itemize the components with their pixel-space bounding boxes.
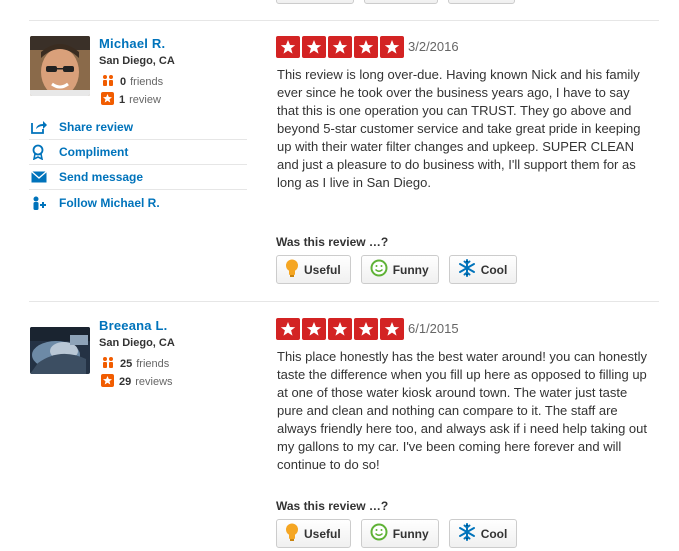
review-item: Breeana L. San Diego, CA 25 friends 29 r…	[29, 318, 659, 551]
star-icon	[380, 36, 404, 58]
previous-review-vote-buttons	[276, 0, 515, 4]
friends-label: friends	[136, 357, 170, 370]
review-count-icon	[101, 374, 114, 390]
user-friends: 25 friends	[101, 356, 169, 371]
user-friends: 0 friends	[101, 74, 163, 89]
snowflake-icon	[458, 523, 476, 544]
friends-count: 25	[120, 357, 133, 370]
useful-label: Useful	[304, 526, 341, 541]
cool-button[interactable]: Cool	[448, 255, 518, 284]
share-review-label: Share review	[59, 120, 134, 134]
compliment-link[interactable]: Compliment	[29, 140, 247, 165]
useful-button[interactable]: Useful	[276, 255, 351, 284]
share-review-link[interactable]: Share review	[29, 115, 247, 140]
review-divider	[29, 301, 659, 302]
star-icon	[276, 36, 300, 58]
lightbulb-icon	[285, 259, 299, 280]
star-icon	[328, 36, 352, 58]
cool-button[interactable]: Cool	[448, 519, 518, 548]
funny-button[interactable]: Funny	[360, 519, 439, 548]
follow-user-link[interactable]: Follow Michael R.	[29, 190, 247, 215]
user-name[interactable]: Michael R.	[99, 36, 165, 51]
user-reviews: 29 reviews	[101, 374, 173, 390]
star-icon	[328, 318, 352, 340]
review-text: This review is long over-due. Having kno…	[277, 67, 641, 190]
review-item: Michael R. San Diego, CA 0 friends 1 rev…	[29, 36, 659, 288]
reviews-label: review	[129, 94, 161, 106]
prev-funny-button[interactable]	[364, 0, 438, 4]
follow-label: Follow Michael R.	[59, 195, 160, 210]
review-actions: Share review Compliment Send message Fol…	[29, 115, 247, 215]
snowflake-icon	[458, 259, 476, 280]
envelope-icon	[29, 171, 59, 183]
avatar[interactable]	[30, 36, 90, 96]
star-icon	[302, 318, 326, 340]
funny-button[interactable]: Funny	[360, 255, 439, 284]
review-text: This place honestly has the best water a…	[277, 349, 647, 472]
reviews-label: reviews	[135, 376, 173, 388]
star-rating	[276, 36, 656, 58]
review-date: 3/2/2016	[408, 39, 459, 54]
review-date: 6/1/2015	[408, 321, 459, 336]
smiley-icon	[370, 259, 388, 280]
user-reviews: 1 review	[101, 92, 161, 108]
funny-label: Funny	[392, 526, 429, 541]
compliment-label: Compliment	[59, 145, 129, 159]
friends-icon	[101, 356, 115, 371]
lightbulb-icon	[285, 523, 299, 544]
avatar[interactable]	[30, 327, 90, 374]
star-icon	[354, 318, 378, 340]
user-location: San Diego, CA	[99, 55, 175, 67]
funny-label: Funny	[392, 262, 429, 277]
review-content: 3/2/2016 This review is long over-due. H…	[276, 36, 656, 284]
reviews-count: 1	[119, 94, 126, 106]
send-message-label: Send message	[59, 170, 144, 184]
prev-useful-button[interactable]	[276, 0, 354, 4]
useful-label: Useful	[304, 262, 341, 277]
star-icon	[276, 318, 300, 340]
user-name[interactable]: Breeana L.	[99, 318, 167, 333]
send-message-link[interactable]: Send message	[29, 165, 247, 190]
star-icon	[354, 36, 378, 58]
follow-icon	[29, 196, 59, 210]
friends-label: friends	[130, 75, 164, 88]
vote-buttons: Useful Funny Cool	[276, 519, 518, 548]
compliment-icon	[29, 144, 59, 160]
prev-cool-button[interactable]	[448, 0, 515, 4]
was-review-helpful: Was this review …?	[276, 235, 389, 249]
cool-label: Cool	[480, 262, 508, 277]
share-icon	[29, 120, 59, 134]
was-review-helpful: Was this review …?	[276, 499, 389, 513]
reviews-count: 29	[119, 376, 132, 388]
vote-buttons: Useful Funny Cool	[276, 255, 518, 284]
smiley-icon	[370, 523, 388, 544]
review-content: 6/1/2015 This place honestly has the bes…	[276, 318, 656, 548]
friends-icon	[101, 74, 115, 89]
review-divider	[29, 20, 659, 21]
star-rating	[276, 318, 656, 340]
useful-button[interactable]: Useful	[276, 519, 351, 548]
star-icon	[380, 318, 404, 340]
user-location: San Diego, CA	[99, 337, 175, 349]
cool-label: Cool	[480, 526, 508, 541]
friends-count: 0	[120, 75, 127, 88]
star-icon	[302, 36, 326, 58]
review-count-icon	[101, 92, 114, 108]
